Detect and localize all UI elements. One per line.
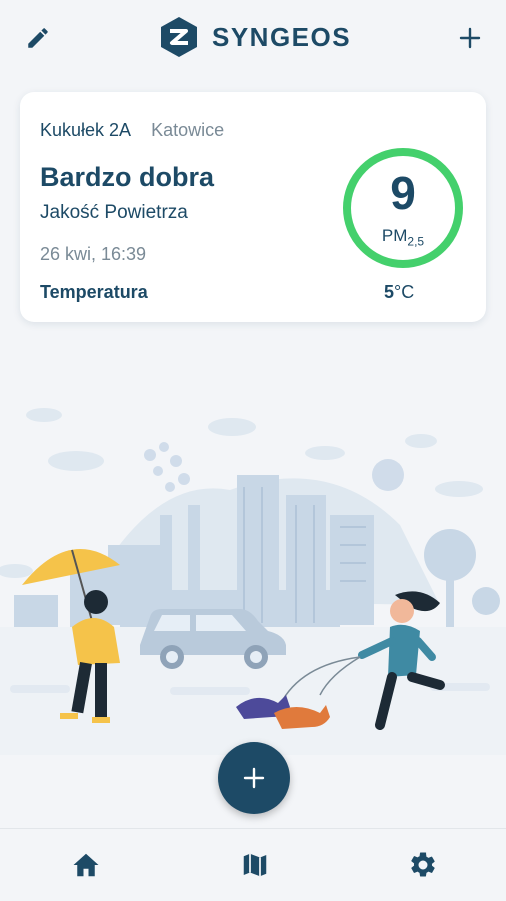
plus-icon xyxy=(459,27,481,49)
pencil-icon xyxy=(28,28,48,48)
syngeos-logo-icon xyxy=(161,17,197,57)
air-quality-rating: Bardzo dobra xyxy=(40,162,215,192)
edit-button[interactable] xyxy=(18,20,58,56)
pm-value: 9 xyxy=(390,167,416,219)
gear-icon xyxy=(411,852,435,877)
station-card[interactable]: Kukułek 2A Katowice Bardzo dobra Jakość … xyxy=(20,92,486,322)
nav-home[interactable] xyxy=(66,847,106,883)
nav-map[interactable] xyxy=(235,847,275,883)
plus-icon xyxy=(243,767,265,789)
measurement-datetime: 26 kwi, 16:39 xyxy=(40,244,147,264)
nav-settings[interactable] xyxy=(403,847,443,883)
pm-gauge: 9 PM2,5 xyxy=(343,148,463,268)
add-fab-button[interactable] xyxy=(218,742,290,814)
pm-subscript: 2,5 xyxy=(407,234,425,249)
app-name: SYNGEOS xyxy=(212,21,352,52)
home-icon xyxy=(73,853,99,877)
city-illustration xyxy=(0,408,506,755)
air-quality-caption: Jakość Powietrza xyxy=(40,202,188,223)
top-app-bar: SYNGEOS xyxy=(0,0,506,78)
temperature-label: Temperatura xyxy=(40,282,148,302)
station-street: Kukułek 2A xyxy=(40,120,132,140)
temperature-value: 5°C xyxy=(384,282,415,302)
app-logo: SYNGEOS xyxy=(160,14,351,60)
map-icon xyxy=(243,853,267,877)
pm-label: PM2,5 xyxy=(381,226,425,249)
bottom-navigation xyxy=(0,828,506,901)
station-location: Kukułek 2A Katowice xyxy=(40,120,224,141)
add-station-button[interactable] xyxy=(450,20,490,56)
station-city: Katowice xyxy=(151,120,225,140)
